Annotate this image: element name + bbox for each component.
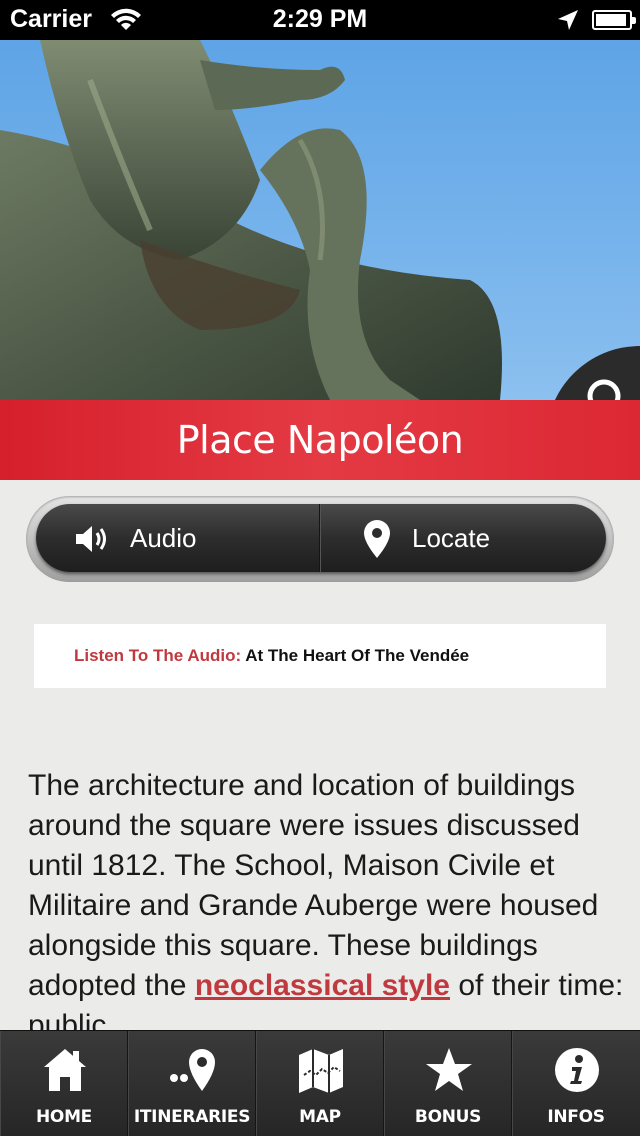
search-icon <box>587 379 621 400</box>
description-text: The architecture and location of buildin… <box>28 766 624 1030</box>
audio-banner-label: Listen To The Audio: <box>74 646 242 665</box>
map-icon <box>299 1049 343 1093</box>
tab-infos-label: INFOS <box>547 1107 605 1127</box>
segment-divider <box>319 504 321 572</box>
locate-button[interactable]: Locate <box>322 504 606 572</box>
star-icon <box>426 1048 472 1091</box>
battery-icon <box>592 10 636 30</box>
segmented-control: Audio Locate <box>36 504 606 572</box>
neoclassical-style-link[interactable]: neoclassical style <box>195 969 450 1002</box>
audio-button[interactable]: Audio <box>36 504 320 572</box>
tab-bonus-label: BONUS <box>414 1107 482 1127</box>
location-arrow-icon <box>558 10 578 30</box>
tab-bonus[interactable]: BONUS <box>384 1031 512 1136</box>
hero-image <box>0 40 640 400</box>
page-title: Place Napoléon <box>0 400 640 480</box>
tab-infos[interactable]: INFOS <box>512 1031 640 1136</box>
tab-map[interactable]: MAP <box>256 1031 384 1136</box>
speaker-icon <box>76 526 106 552</box>
clock: 2:29 PM <box>272 5 368 33</box>
status-bar: Carrier 2:29 PM <box>0 0 640 40</box>
tab-home[interactable]: HOME <box>0 1031 128 1136</box>
audio-track-banner[interactable]: Listen To The Audio: At The Heart Of The… <box>34 624 606 688</box>
info-icon <box>555 1048 599 1092</box>
itinerary-pin-icon <box>170 1049 215 1091</box>
tab-itineraries[interactable]: ITINERARIES <box>128 1031 256 1136</box>
tab-home-label: HOME <box>35 1107 92 1127</box>
tab-itineraries-label: ITINERARIES <box>133 1107 251 1127</box>
audio-banner-title: At The Heart Of The Vendée <box>245 646 470 665</box>
content-scroll-area[interactable]: The architecture and location of buildin… <box>0 740 640 1030</box>
home-icon <box>44 1049 86 1091</box>
audio-label: Audio <box>130 523 197 553</box>
map-pin-icon <box>364 520 390 558</box>
tab-map-label: MAP <box>299 1107 341 1127</box>
locate-label: Locate <box>412 523 491 553</box>
tab-bar: HOME ITINERARIES MAP BONUS INFOS <box>0 1030 640 1136</box>
description-text-part: The architecture and location of buildin… <box>28 769 599 1002</box>
statue-illustration <box>0 40 502 400</box>
